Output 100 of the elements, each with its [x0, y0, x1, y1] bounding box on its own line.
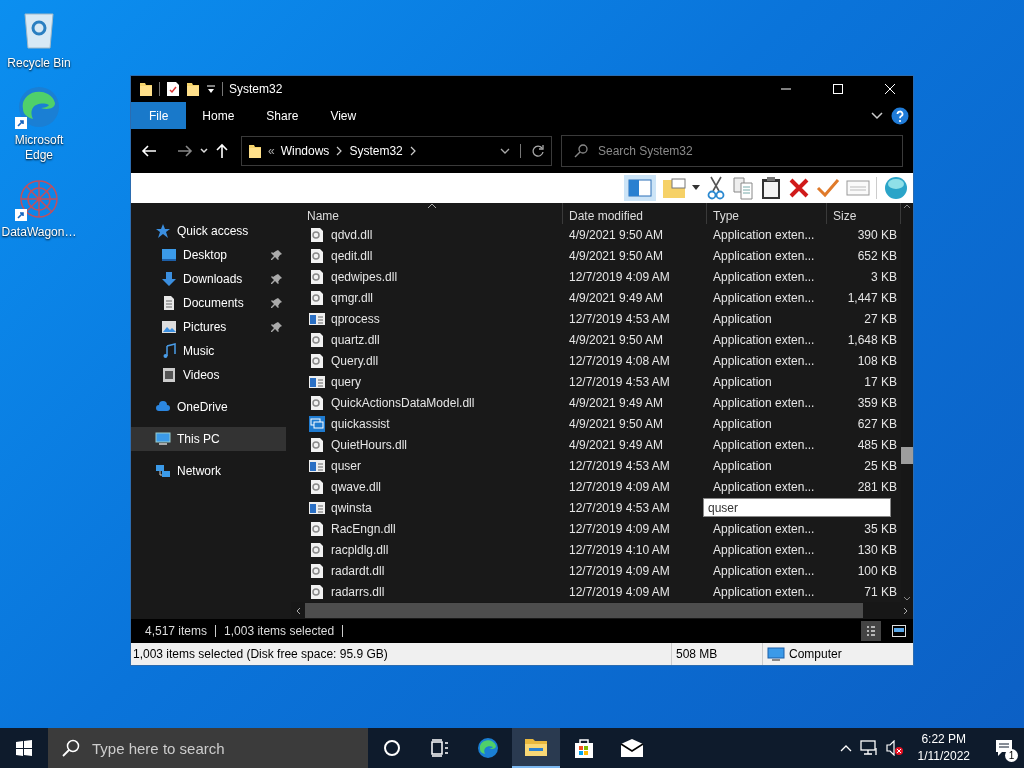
- globe-icon[interactable]: [883, 176, 909, 200]
- file-name[interactable]: quartz.dll: [331, 332, 380, 347]
- star-icon: [155, 223, 171, 239]
- gear-file-icon: [309, 541, 325, 558]
- column-header[interactable]: Name: [291, 203, 563, 224]
- file-name[interactable]: RacEngn.dll: [331, 521, 396, 536]
- type-cell: Application exten...: [713, 479, 815, 494]
- file-name[interactable]: qedwipes.dll: [331, 269, 398, 284]
- customize-caret-icon[interactable]: [206, 83, 216, 95]
- column-header[interactable]: Type: [707, 203, 827, 224]
- muted-speaker-icon[interactable]: [885, 740, 904, 756]
- sidebar-item[interactable]: Network: [131, 459, 291, 483]
- date-cell: 12/7/2019 4:09 AM: [569, 584, 670, 599]
- address-bar[interactable]: « Windows System32: [241, 136, 552, 166]
- properties-icon[interactable]: [166, 81, 180, 97]
- search-field[interactable]: Search System32: [561, 135, 903, 167]
- file-name[interactable]: qwinsta: [331, 500, 372, 515]
- location-label: Computer: [789, 647, 842, 661]
- date-cell: 12/7/2019 4:53 AM: [569, 458, 670, 473]
- gear-file-icon: [309, 394, 325, 411]
- size-cell: 1,447 KB: [847, 290, 897, 305]
- back-arrow-icon[interactable]: [141, 144, 157, 158]
- ribbon-tab[interactable]: Share: [250, 102, 315, 129]
- file-name[interactable]: radarrs.dll: [331, 584, 385, 599]
- file-menu-button[interactable]: File: [131, 102, 187, 129]
- chevron-up-icon[interactable]: [839, 744, 852, 752]
- gear-file-icon: [309, 268, 325, 285]
- type-cell: Application: [713, 311, 772, 326]
- pin-icon: [271, 273, 283, 285]
- help-icon[interactable]: [891, 106, 909, 125]
- taskbar-app-button[interactable]: [512, 728, 560, 768]
- thumbnail-view-icon: [892, 625, 906, 637]
- dropdown-caret-icon[interactable]: [692, 185, 700, 191]
- desktop-icon-label[interactable]: Microsoft Edge: [1, 133, 77, 163]
- date-cell: 12/7/2019 4:10 AM: [569, 542, 670, 557]
- preview-pane-button[interactable]: [624, 175, 656, 201]
- up-arrow-icon[interactable]: [215, 143, 229, 159]
- file-name[interactable]: QuietHours.dll: [331, 437, 408, 452]
- type-cell: Application exten...: [713, 395, 815, 410]
- file-name[interactable]: racpldlg.dll: [331, 542, 389, 557]
- network-icon: [155, 463, 171, 479]
- sidebar-item[interactable]: OneDrive: [131, 395, 291, 419]
- windows-logo-icon: [16, 740, 32, 756]
- forward-arrow-icon[interactable]: [177, 144, 193, 158]
- file-name[interactable]: Query.dll: [331, 353, 379, 368]
- date-cell: 12/7/2019 4:09 AM: [569, 479, 670, 494]
- ribbon-tab[interactable]: Home: [186, 102, 251, 129]
- file-name[interactable]: qmgr.dll: [331, 290, 374, 305]
- scroll-right-icon: [903, 606, 909, 615]
- task-view-icon: [430, 738, 450, 758]
- scroll-thumb[interactable]: [901, 447, 913, 464]
- checkmark-icon[interactable]: [816, 178, 840, 198]
- file-name[interactable]: qedit.dll: [331, 248, 373, 263]
- type-cell: Application exten...: [713, 248, 815, 263]
- sidebar-item[interactable]: Downloads: [131, 267, 291, 291]
- file-name[interactable]: query: [331, 374, 362, 389]
- scroll-up-icon: [903, 203, 911, 209]
- details-view-button[interactable]: [861, 621, 881, 641]
- gear-file-icon: [309, 562, 325, 579]
- size-cell: 17 KB: [864, 374, 897, 389]
- type-cell: Application exten...: [713, 290, 815, 305]
- sidebar-item[interactable]: This PC: [131, 427, 286, 451]
- search-icon: [574, 144, 588, 158]
- column-header[interactable]: Date modified: [563, 203, 707, 224]
- file-name[interactable]: QuickActionsDataModel.dll: [331, 395, 475, 410]
- date-cell: 12/7/2019 4:09 AM: [569, 521, 670, 536]
- scissors-icon[interactable]: [706, 176, 726, 200]
- gear-file-icon: [309, 583, 325, 600]
- ribbon-tab[interactable]: View: [314, 102, 373, 129]
- clipboard-icon[interactable]: [760, 176, 782, 200]
- file-name[interactable]: qdvd.dll: [331, 227, 373, 242]
- expand-ribbon-icon[interactable]: [871, 111, 883, 120]
- sidebar-item[interactable]: Music: [131, 339, 291, 363]
- file-name[interactable]: quickassist: [331, 416, 390, 431]
- clock[interactable]: 6:22 PM 1/11/2022: [911, 731, 976, 765]
- network-icon[interactable]: [859, 740, 878, 756]
- desktop-icon-label[interactable]: DataWagon…: [1, 225, 77, 240]
- pin-icon: [271, 321, 283, 333]
- sidebar-item[interactable]: Pictures: [131, 315, 291, 339]
- selection-count: 1,003 items selected: [224, 624, 335, 638]
- sidebar-item[interactable]: Documents: [131, 291, 291, 315]
- taskbar-search-field[interactable]: Type here to search: [48, 728, 368, 768]
- file-name[interactable]: qwave.dll: [331, 479, 382, 494]
- file-name[interactable]: radardt.dll: [331, 563, 385, 578]
- dropdown-caret-icon: [500, 147, 510, 155]
- rename-field[interactable]: quser: [703, 498, 891, 517]
- delete-x-icon[interactable]: [788, 177, 810, 199]
- folder-icon: [524, 736, 548, 758]
- file-name[interactable]: quser: [331, 458, 362, 473]
- gear-file-icon: [309, 352, 325, 369]
- app-window-icon: [309, 457, 325, 474]
- desktop-icon-label[interactable]: Recycle Bin: [1, 56, 77, 71]
- type-cell: Application exten...: [713, 227, 815, 242]
- notifications-button[interactable]: 1: [984, 728, 1024, 768]
- selection-info: 1,003 items selected (Disk free space: 95.9 GB): [132, 647, 389, 661]
- sidebar-item[interactable]: Videos: [131, 363, 291, 387]
- file-name[interactable]: qprocess: [331, 311, 380, 326]
- sidebar-item[interactable]: Quick access: [131, 219, 291, 243]
- sidebar-item[interactable]: Desktop: [131, 243, 291, 267]
- recent-caret-icon[interactable]: [199, 147, 209, 155]
